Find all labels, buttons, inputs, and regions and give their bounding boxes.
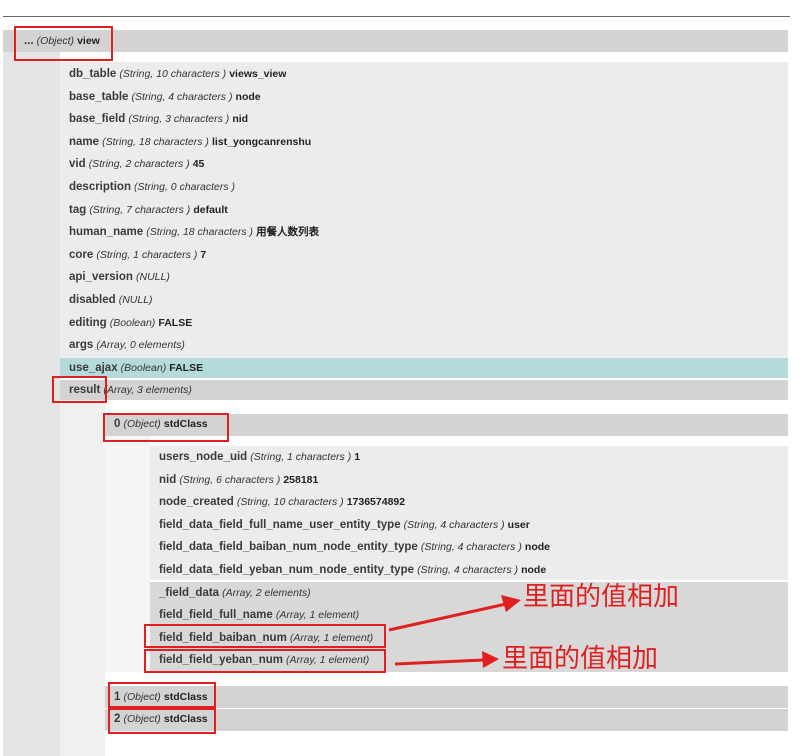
annotation-text-yeban: 里面的值相加 (502, 644, 659, 674)
annotation-arrows (388, 595, 521, 668)
annotation-text-baiban: 里面的值相加 (523, 582, 680, 612)
arrow-to-baiban-icon (388, 595, 521, 632)
arrow-to-yeban-icon (394, 651, 499, 668)
